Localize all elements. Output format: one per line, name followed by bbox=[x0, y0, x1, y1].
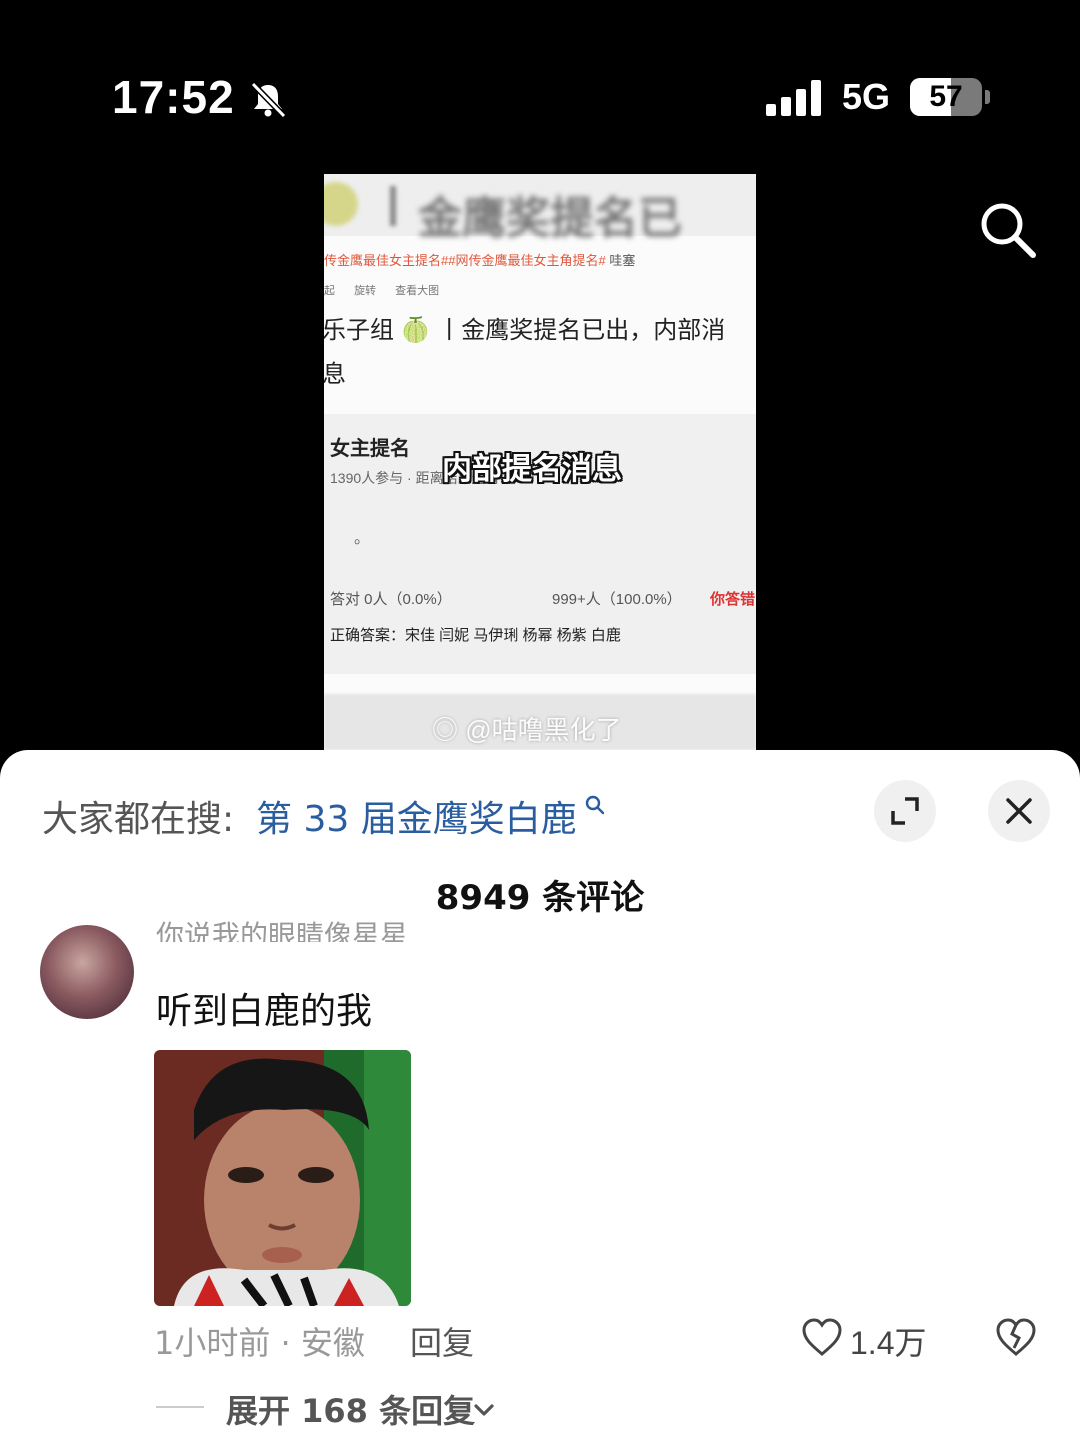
post-heading-cont: 息 bbox=[324, 361, 346, 388]
broken-heart-icon[interactable] bbox=[994, 1316, 1038, 1360]
battery-percent: 57 bbox=[929, 80, 963, 113]
expand-replies-button[interactable]: 展开 168 条回复 bbox=[226, 1386, 475, 1432]
search-icon[interactable] bbox=[584, 794, 606, 816]
correct-stats: 答对 0人（0.0%） bbox=[330, 591, 452, 608]
poll-option: 。 bbox=[354, 530, 371, 547]
signal-icon bbox=[766, 80, 821, 116]
watermark-text: @咕噜黑化了 bbox=[465, 715, 622, 745]
video-frame[interactable]: 金鹰奖提名已 传金鹰最佳女主提名##网传金鹰最佳女主角提名# 哇塞 起 旋转 查… bbox=[324, 174, 756, 750]
watermark: ◎ @咕噜黑化了 bbox=[432, 710, 622, 747]
correct-answer: 正确答案：宋佳 闫妮 马伊琍 杨幂 杨紫 白鹿 bbox=[330, 627, 621, 644]
reply-button[interactable]: 回复 bbox=[410, 1318, 474, 1364]
close-button[interactable] bbox=[988, 780, 1050, 842]
network-type: 5G bbox=[842, 76, 891, 117]
hashtag-suffix: 哇塞 bbox=[609, 253, 636, 268]
wrong-stats: 999+人（100.0%） bbox=[552, 591, 682, 608]
image-tools: 起 旋转 查看大图 bbox=[324, 282, 455, 298]
search-prompt-label: 大家都在搜: bbox=[42, 799, 235, 840]
comment-meta: 1小时前 · 安徽 bbox=[154, 1324, 365, 1362]
tool-item: 查看大图 bbox=[395, 285, 440, 297]
trending-search-link[interactable]: 第 33 届金鹰奖白鹿 bbox=[256, 790, 577, 842]
tool-item: 旋转 bbox=[354, 285, 377, 297]
hashtags: 传金鹰最佳女主提名##网传金鹰最佳女主角提名# 哇塞 bbox=[324, 250, 635, 269]
status-bar: 17:52 5G 57 bbox=[0, 0, 1080, 170]
username[interactable]: 你说我的眼睛像星星 bbox=[156, 916, 408, 942]
poll-card: 女主提名 1390人参与 · 距离结束还有 内部提名消息 。 答对 0人（0.0… bbox=[324, 414, 756, 674]
hashtag-text: 传金鹰最佳女主提名##网传金鹰最佳女主角提名# bbox=[324, 253, 606, 268]
bell-slash-icon bbox=[250, 81, 287, 119]
tool-item: 起 bbox=[324, 285, 335, 297]
blurred-title: 金鹰奖提名已 bbox=[418, 194, 682, 243]
overlay-caption: 内部提名消息 bbox=[442, 453, 622, 486]
heart-icon[interactable] bbox=[800, 1316, 844, 1360]
expand-icon bbox=[891, 797, 919, 825]
video-blurred-header: 金鹰奖提名已 bbox=[324, 174, 756, 243]
search-icon[interactable] bbox=[978, 200, 1038, 260]
comment-count: 8949 条评论 bbox=[435, 878, 645, 918]
battery-indicator: 57 bbox=[910, 78, 982, 116]
wrong-label: 你答错 bbox=[710, 591, 756, 608]
weibo-icon: ◎ bbox=[432, 715, 466, 745]
clock: 17:52 bbox=[112, 71, 235, 123]
comment-sheet: 大家都在搜: 第 33 届金鹰奖白鹿 8949 条评论 你说我的眼睛像星星 听到… bbox=[0, 750, 1080, 1450]
poll-title: 女主提名 bbox=[330, 438, 410, 460]
comment-image[interactable] bbox=[154, 1050, 411, 1306]
post-heading: 乐子组 🍈 丨金鹰奖提名已出，内部消 bbox=[324, 317, 726, 344]
close-icon bbox=[1006, 798, 1032, 824]
poll-stats: 答对 0人（0.0%） 999+人（100.0%） 你答错 bbox=[330, 588, 755, 609]
battery-tip bbox=[985, 90, 990, 104]
comment-text: 听到白鹿的我 bbox=[156, 991, 373, 1032]
expand-button[interactable] bbox=[874, 780, 936, 842]
divider bbox=[390, 186, 396, 226]
melon-emoji bbox=[324, 182, 358, 226]
like-count: 1.4万 bbox=[850, 1325, 927, 1361]
divider-line bbox=[156, 1406, 204, 1408]
comment-photo bbox=[154, 1050, 411, 1306]
chevron-down-icon[interactable] bbox=[470, 1396, 498, 1424]
avatar[interactable] bbox=[40, 925, 134, 1019]
